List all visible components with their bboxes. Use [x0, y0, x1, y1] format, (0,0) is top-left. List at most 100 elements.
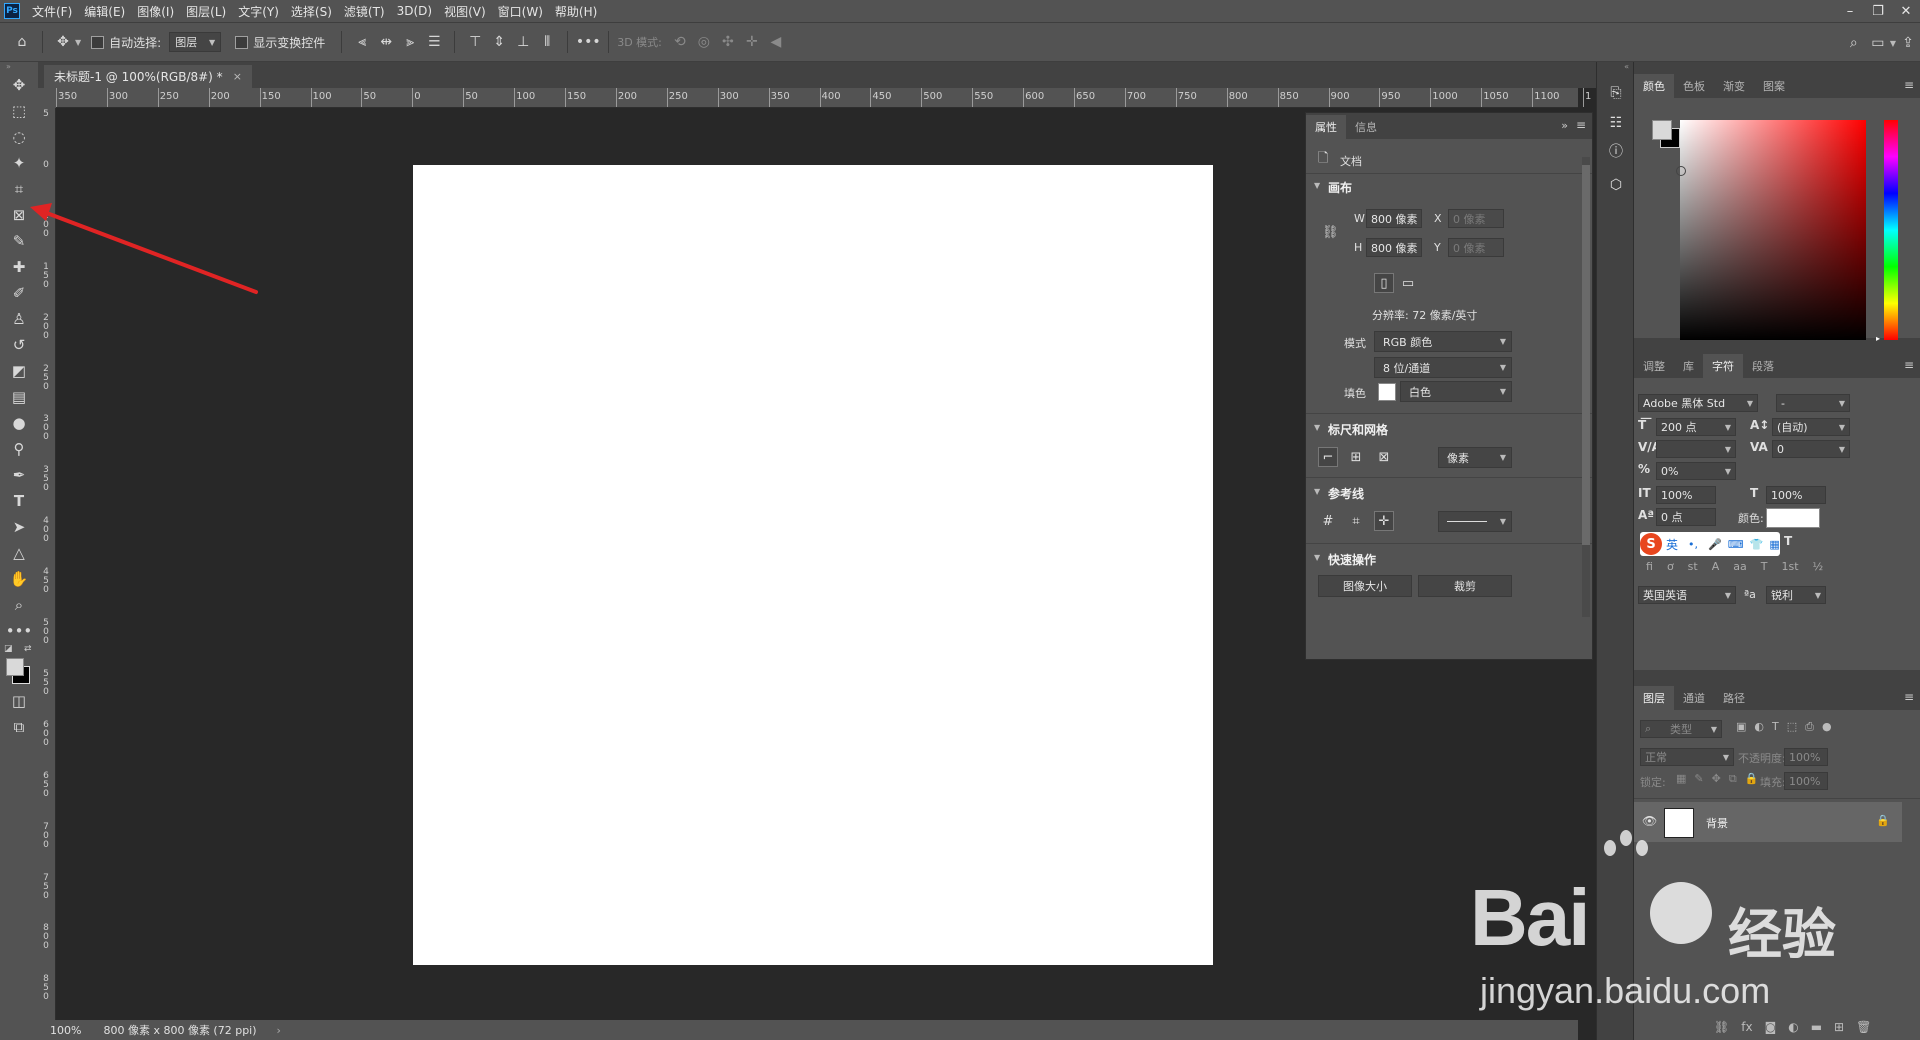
- grid-toggle-icon[interactable]: ⊞: [1346, 447, 1366, 467]
- lock-artboard-icon[interactable]: ⧉: [1729, 772, 1737, 786]
- 3d-panel-icon[interactable]: ⬡: [1602, 172, 1630, 198]
- quick-mask-icon[interactable]: ◫: [0, 688, 38, 714]
- dodge-tool-icon[interactable]: ⚲: [0, 436, 38, 462]
- vertical-scale-input[interactable]: 100%: [1656, 486, 1716, 504]
- leading-dropdown[interactable]: (自动) ▼: [1772, 418, 1850, 436]
- workspace-icon[interactable]: ▭: [1866, 31, 1890, 55]
- visibility-eye-icon[interactable]: 👁: [1642, 814, 1657, 828]
- align-left-icon[interactable]: ⫷: [350, 30, 374, 54]
- chevron-down-icon[interactable]: ▼: [1314, 423, 1320, 432]
- guide-style-dropdown[interactable]: ▼: [1438, 511, 1512, 532]
- discretionary-ligature-icon[interactable]: st: [1688, 560, 1698, 573]
- y-input[interactable]: 0 像素: [1448, 238, 1504, 257]
- gradient-tool-icon[interactable]: ▤: [0, 384, 38, 410]
- history-brush-tool-icon[interactable]: ↺: [0, 332, 38, 358]
- titling-alt-icon[interactable]: T: [1761, 560, 1768, 573]
- tab-gradients[interactable]: 渐变: [1714, 74, 1754, 98]
- lock-position-icon[interactable]: ✥: [1712, 772, 1721, 786]
- scale-3d-icon[interactable]: ◀: [764, 30, 788, 54]
- ime-skin-icon[interactable]: 👕: [1750, 538, 1764, 551]
- blur-tool-icon[interactable]: ●: [0, 410, 38, 436]
- menu-file[interactable]: 文件(F): [26, 3, 78, 20]
- document-tab[interactable]: 未标题-1 @ 100%(RGB/8#) * ×: [44, 65, 252, 88]
- ime-toolbox-icon[interactable]: ▦: [1769, 538, 1779, 551]
- collapse-panel-icon[interactable]: »: [1561, 119, 1568, 132]
- ruler-units-dropdown[interactable]: 像素 ▼: [1438, 447, 1512, 468]
- auto-select-dropdown[interactable]: 图层 ▼: [169, 32, 222, 52]
- scrollbar-thumb[interactable]: [1582, 165, 1590, 545]
- tsume-dropdown[interactable]: 0% ▼: [1656, 462, 1736, 480]
- filter-shape-icon[interactable]: ⬚: [1787, 720, 1797, 734]
- hue-slider[interactable]: [1884, 120, 1898, 340]
- foreground-color-swatch[interactable]: [1652, 120, 1672, 140]
- ruler-toggle-icon[interactable]: ⌐: [1318, 447, 1338, 467]
- path-selection-tool-icon[interactable]: ➤: [0, 514, 38, 540]
- filter-toggle-icon[interactable]: ●: [1822, 720, 1832, 734]
- tab-info[interactable]: 信息: [1346, 115, 1386, 139]
- shape-tool-icon[interactable]: △: [0, 540, 38, 566]
- tab-libraries[interactable]: 库: [1674, 354, 1703, 378]
- filter-pixel-icon[interactable]: ▣: [1736, 720, 1746, 734]
- tab-layers[interactable]: 图层: [1634, 686, 1674, 710]
- guide-layout-icon[interactable]: ✛: [1374, 511, 1394, 531]
- chevron-down-icon[interactable]: ▼: [1314, 181, 1320, 190]
- menu-filter[interactable]: 滤镜(T): [338, 3, 391, 20]
- pen-tool-icon[interactable]: ✒: [0, 462, 38, 488]
- align-top-icon[interactable]: ⊤: [463, 30, 487, 54]
- chevron-down-icon[interactable]: ▼: [75, 38, 81, 47]
- font-style-dropdown[interactable]: - ▼: [1776, 394, 1850, 412]
- tab-paths[interactable]: 路径: [1714, 686, 1754, 710]
- font-family-dropdown[interactable]: Adobe 黑体 Std ▼: [1638, 394, 1758, 412]
- fractions-icon[interactable]: ½: [1813, 560, 1824, 573]
- ime-keyboard-icon[interactable]: ⌨: [1728, 538, 1744, 551]
- kerning-dropdown[interactable]: ▼: [1656, 440, 1736, 458]
- home-icon[interactable]: ⌂: [10, 30, 34, 54]
- distribute-v-icon[interactable]: ⦀: [535, 30, 559, 54]
- marquee-tool-icon[interactable]: ⬚: [0, 98, 38, 124]
- close-window-icon[interactable]: ✕: [1892, 0, 1920, 22]
- new-guide-icon[interactable]: ⌗: [1346, 511, 1366, 531]
- history-panel-icon[interactable]: ⎘: [1602, 80, 1630, 106]
- properties-scrollbar[interactable]: [1582, 157, 1590, 617]
- fill-color-swatch[interactable]: [1378, 383, 1396, 401]
- menu-select[interactable]: 选择(S): [285, 3, 338, 20]
- chevron-down-icon[interactable]: ▼: [1314, 553, 1320, 562]
- menu-edit[interactable]: 编辑(E): [78, 3, 131, 20]
- ruler-origin[interactable]: [38, 88, 56, 108]
- lock-transparent-icon[interactable]: ▦: [1676, 772, 1686, 786]
- antialias-dropdown[interactable]: 锐利 ▼: [1766, 586, 1826, 604]
- chevron-down-icon[interactable]: ▼: [1314, 487, 1320, 496]
- font-size-dropdown[interactable]: 200 点 ▼: [1656, 418, 1736, 436]
- panel-menu-icon[interactable]: ≡: [1904, 78, 1914, 92]
- vertical-ruler[interactable]: 5 0 1 0 0 1 5 0 2 0 0 2 5 0 3 0 0 3 5 0 4 0 0 4 5…: [38, 108, 56, 1020]
- tab-character[interactable]: 字符: [1703, 354, 1743, 378]
- share-icon[interactable]: ⇪: [1896, 31, 1920, 55]
- layer-filter-dropdown[interactable]: ⌕ 类型 ▼: [1640, 720, 1722, 738]
- distribute-h-icon[interactable]: ☰: [422, 30, 446, 54]
- contextual-alt-icon[interactable]: ơ: [1667, 560, 1674, 573]
- brush-tool-icon[interactable]: ✐: [0, 280, 38, 306]
- screen-mode-icon[interactable]: ⧉: [0, 714, 38, 740]
- opacity-input[interactable]: 100%: [1784, 748, 1828, 766]
- align-bottom-icon[interactable]: ⊥: [511, 30, 535, 54]
- close-tab-icon[interactable]: ×: [233, 70, 242, 83]
- strikethrough-icon[interactable]: T: [1784, 534, 1792, 548]
- show-transform-checkbox[interactable]: [235, 35, 249, 49]
- lock-all-icon[interactable]: 🔒: [1745, 772, 1759, 786]
- info-panel-icon[interactable]: ⓘ: [1602, 138, 1630, 164]
- panel-menu-icon[interactable]: ≡: [1904, 358, 1914, 372]
- menu-type[interactable]: 文字(Y): [232, 3, 285, 20]
- status-expand-icon[interactable]: ›: [277, 1024, 281, 1037]
- menu-layer[interactable]: 图层(L): [180, 3, 232, 20]
- stylistic-alt-icon[interactable]: aa: [1733, 560, 1746, 573]
- horizontal-scale-input[interactable]: 100%: [1766, 486, 1826, 504]
- pixel-grid-toggle-icon[interactable]: ⊠: [1374, 447, 1394, 467]
- menu-view[interactable]: 视图(V): [438, 3, 492, 20]
- roll-3d-icon[interactable]: ◎: [692, 30, 716, 54]
- crop-tool-icon[interactable]: ⌗: [0, 176, 38, 202]
- zoom-tool-icon[interactable]: ⌕: [0, 592, 38, 618]
- tab-properties[interactable]: 属性: [1306, 115, 1346, 139]
- blend-mode-dropdown[interactable]: 正常 ▼: [1640, 748, 1734, 766]
- pan-3d-icon[interactable]: ✣: [716, 30, 740, 54]
- ime-voice-icon[interactable]: 🎤: [1708, 538, 1722, 551]
